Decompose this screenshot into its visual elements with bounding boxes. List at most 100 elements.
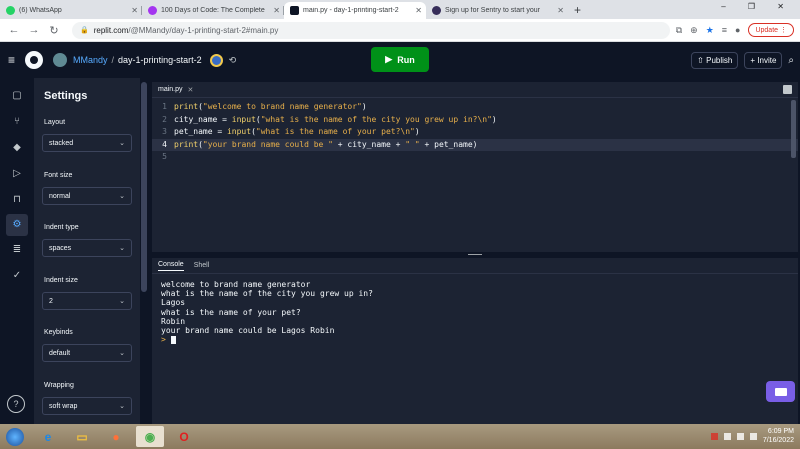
history-icon[interactable]: ⟲ — [229, 55, 237, 66]
search-icon[interactable]: ⌕ — [788, 55, 794, 66]
line-number: 3 — [162, 127, 167, 136]
code-token: "what is the name of the city you grew u… — [260, 114, 492, 124]
profile-icon[interactable]: ● — [735, 25, 740, 35]
close-icon[interactable]: ✕ — [188, 86, 194, 94]
unit-tests-check-icon[interactable]: ✓ — [9, 268, 25, 284]
close-tab-icon[interactable]: ✕ — [557, 6, 564, 15]
chevron-down-icon: ⌄ — [119, 245, 125, 252]
close-tab-icon[interactable]: ✕ — [131, 6, 138, 15]
shell-icon[interactable]: ▷ — [9, 166, 25, 182]
update-label: Update — [755, 27, 779, 34]
forward-icon[interactable]: → — [26, 24, 42, 36]
code-token: + pet_name) — [419, 139, 478, 149]
code-line[interactable]: 5 — [152, 151, 798, 164]
code-line[interactable]: 2 city_name = input("what is the name of … — [152, 114, 798, 127]
internet-explorer-icon[interactable]: e — [34, 426, 62, 447]
console-prompt-line[interactable]: > — [161, 335, 373, 344]
wrapping-select[interactable]: soft wrap ⌄ — [42, 397, 132, 415]
chat-feedback-button[interactable] — [766, 381, 795, 402]
line-number: 4 — [162, 139, 167, 149]
browser-tab-strip: (6) WhatsApp ✕ 100 Days of Code: The Com… — [0, 0, 800, 19]
keybinds-value: default — [49, 349, 71, 357]
signal-icon[interactable] — [736, 432, 744, 440]
start-button[interactable] — [6, 427, 24, 446]
indent-size-select[interactable]: 2 ⌄ — [42, 292, 132, 310]
file-tab-main-py[interactable]: main.py ✕ — [158, 86, 193, 94]
reading-list-icon[interactable]: ≡ — [722, 25, 727, 35]
repl-name[interactable]: day-1-printing-start-2 — [118, 55, 202, 65]
browser-tab-active[interactable]: main.py - day-1-printing-start-2 ✕ — [284, 2, 426, 19]
code-line[interactable]: 4 print("your brand name could be " + cit… — [152, 138, 798, 151]
text-cursor — [170, 335, 176, 344]
browser-tab[interactable]: (6) WhatsApp ✕ — [0, 2, 142, 19]
replit-logo-icon[interactable] — [25, 51, 44, 69]
indent-type-select[interactable]: spaces ⌄ — [42, 239, 132, 257]
run-button[interactable]: ▶ Run — [371, 47, 429, 72]
chevron-down-icon: ⌄ — [119, 140, 125, 147]
clock[interactable]: 6:09 PM 7/16/2022 — [763, 427, 794, 445]
volume-icon[interactable] — [749, 432, 757, 440]
browser-tab[interactable]: 100 Days of Code: The Complete ✕ — [142, 2, 284, 19]
tab-console[interactable]: Console — [158, 261, 184, 271]
line-code: print("welcome to brand name generator") — [174, 101, 367, 114]
code-lines[interactable]: 1 print("welcome to brand name generator"… — [152, 101, 798, 164]
code-line[interactable]: 1 print("welcome to brand name generator"… — [152, 101, 798, 114]
editor-menu-icon[interactable] — [783, 85, 792, 94]
browser-tab[interactable]: Sign up for Sentry to start your ✕ — [426, 2, 568, 19]
share-icon[interactable]: ⧉ — [676, 25, 682, 36]
indent-type-label: Indent type — [44, 224, 79, 231]
back-icon[interactable]: ← — [6, 24, 22, 36]
code-editor[interactable]: main.py ✕ 1 print("welcome to brand name … — [152, 82, 798, 252]
font-size-select[interactable]: normal ⌄ — [42, 187, 132, 205]
avatar[interactable] — [53, 53, 68, 67]
window-controls[interactable]: – ❐ ✕ — [721, 2, 794, 11]
code-token: input — [231, 114, 256, 124]
new-tab-button[interactable]: + — [568, 2, 587, 19]
username-link[interactable]: MMandy — [73, 55, 108, 65]
tab-shell[interactable]: Shell — [194, 262, 210, 269]
console-line: what is the name of the city you grew up… — [161, 289, 373, 299]
battery-icon[interactable] — [723, 432, 731, 440]
database-icon[interactable]: ≣ — [9, 242, 25, 258]
settings-scrollbar[interactable] — [141, 82, 147, 292]
help-icon[interactable]: ? — [7, 395, 25, 413]
layout-label: Layout — [44, 119, 66, 126]
sidebar-rail: ▢ ⑂ ◆ ▷ ⊓ ⚙ ≣ ✓ ? — [0, 78, 34, 424]
tray-app-icon[interactable] — [710, 432, 718, 440]
packages-icon[interactable]: ◆ — [9, 140, 25, 156]
system-tray: 6:09 PM 7/16/2022 — [710, 427, 794, 445]
update-button[interactable]: Update ⋮ — [748, 23, 794, 37]
pane-resize-handle[interactable] — [468, 254, 482, 255]
code-line[interactable]: 3 pet_name = input("what is the name of y… — [152, 126, 798, 139]
firefox-icon[interactable]: ● — [102, 426, 130, 447]
console-line: your brand name could be Lagos Robin — [161, 326, 335, 336]
zoom-icon[interactable]: ⊕ — [690, 25, 698, 36]
chevron-down-icon: ⌄ — [119, 193, 125, 200]
files-icon[interactable]: ▢ — [9, 88, 25, 104]
whatsapp-icon — [6, 6, 15, 15]
invite-button[interactable]: + Invite — [744, 52, 783, 69]
url-field[interactable]: 🔒 replit.com/@MMandy/day-1-printing-star… — [72, 21, 670, 39]
editor-scrollbar[interactable] — [791, 100, 796, 158]
code-token: ) — [361, 102, 367, 111]
file-explorer-icon[interactable]: ▭ — [68, 426, 96, 447]
replit-header: ≡ MMandy / day-1-printing-start-2 ⟲ ▶ Ru… — [0, 42, 800, 78]
breadcrumb-separator: / — [111, 55, 115, 65]
publish-button[interactable]: ⇧ Publish — [691, 52, 739, 69]
console-panel[interactable]: Console Shell welcome to brand name gene… — [152, 258, 798, 424]
close-tab-icon[interactable]: ✕ — [415, 6, 422, 15]
close-tab-icon[interactable]: ✕ — [273, 6, 280, 15]
bookmark-star-icon[interactable]: ★ — [706, 25, 714, 36]
keybinds-select[interactable]: default ⌄ — [42, 344, 132, 362]
layout-select[interactable]: stacked ⌄ — [42, 134, 132, 152]
chrome-icon[interactable]: ◉ — [136, 426, 164, 447]
menu-icon[interactable]: ≡ — [8, 53, 15, 67]
version-control-icon[interactable]: ⑂ — [9, 114, 25, 130]
line-code: city_name = input("what is the name of t… — [174, 114, 497, 127]
opera-icon[interactable]: O — [170, 426, 198, 447]
lock-icon: 🔒 — [80, 27, 89, 34]
settings-gear-icon[interactable]: ⚙ — [6, 214, 28, 236]
console-line: what is the name of your pet? — [161, 307, 301, 317]
secrets-lock-icon[interactable]: ⊓ — [9, 192, 25, 208]
reload-icon[interactable]: ↻ — [46, 24, 62, 37]
